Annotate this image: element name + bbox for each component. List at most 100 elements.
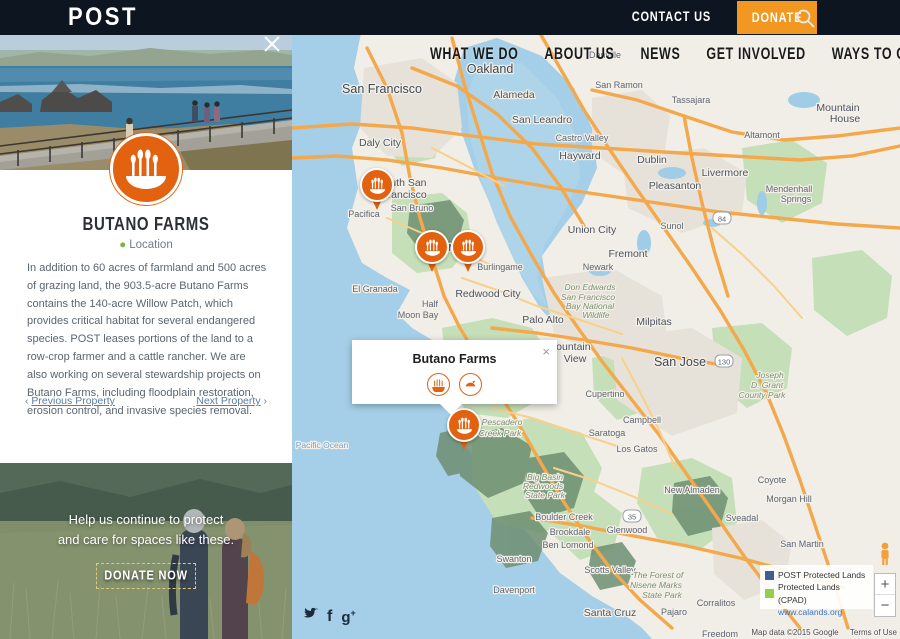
search-icon[interactable] — [795, 8, 815, 28]
route-shield: 130 — [714, 354, 734, 368]
donate-cta-banner: Help us continue to protect and care for… — [0, 463, 292, 639]
map-label: Joseph — [755, 370, 784, 380]
route-shield: 35 — [622, 509, 642, 523]
legend-label-cpad: Protected Lands (CPAD) — [778, 582, 840, 605]
map-label: Nisene Marks — [630, 580, 683, 590]
map-label: Springs — [781, 194, 812, 204]
map-label: Half — [422, 299, 439, 309]
map-label: Dublin — [637, 154, 667, 166]
contact-us-link[interactable]: CONTACT US — [632, 10, 711, 25]
svg-text:84: 84 — [718, 214, 726, 223]
map-label: Morgan Hill — [766, 494, 812, 504]
nav-item-news[interactable]: NEWS — [640, 45, 680, 63]
map-label: Ben Lomond — [542, 540, 593, 550]
next-property-link[interactable]: Next Property › — [196, 395, 267, 407]
attribution-data: Map data ©2015 Google — [751, 628, 839, 637]
map-label: Coyote — [758, 475, 787, 485]
map-label: Creek Park — [479, 428, 522, 438]
close-icon[interactable] — [262, 34, 282, 54]
map-label: Pajaro — [661, 607, 687, 617]
legend-link-calands[interactable]: www.calands.org — [778, 606, 868, 618]
map-label: Moon Bay — [398, 310, 439, 320]
nav-item-ways-to-give[interactable]: WAYS TO GIVE — [832, 45, 900, 63]
map-label: Castro Valley — [556, 133, 609, 143]
zoom-out-button[interactable]: − — [875, 595, 895, 616]
attribution-terms[interactable]: Terms of Use — [850, 628, 897, 637]
map-label: Altamont — [744, 130, 780, 140]
property-panel: BUTANO FARMS ● Location In addition to 60… — [0, 28, 292, 639]
previous-property-link[interactable]: ‹ Previous Property — [25, 395, 115, 407]
social-links: f g+ — [303, 607, 356, 625]
map-label: Union City — [568, 224, 617, 236]
donate-now-label: DONATE NOW — [104, 568, 188, 584]
map-label: Mendenhall — [766, 184, 813, 194]
farm-wheat-icon — [110, 133, 182, 205]
facebook-icon[interactable]: f — [327, 609, 332, 625]
map-label: Brookdale — [550, 527, 591, 537]
cta-line-1: Help us continue to protect — [68, 512, 224, 527]
map-label: Santa Cruz — [584, 607, 637, 619]
map-graphics: San Francisco Oakland Alameda San Leandro Ca… — [292, 28, 900, 639]
svg-text:35: 35 — [628, 512, 636, 521]
map-label: Livermore — [702, 167, 749, 179]
property-location[interactable]: ● Location — [0, 239, 292, 251]
street-view-pegman-icon[interactable] — [876, 541, 894, 567]
map-canvas[interactable]: San Francisco Oakland Alameda San Leandro Ca… — [292, 28, 900, 639]
map-label: Freedom — [702, 629, 738, 639]
donate-now-button[interactable]: DONATE NOW — [96, 563, 196, 589]
chevron-right-icon: › — [263, 395, 268, 407]
farm-wheat-icon[interactable] — [427, 373, 450, 396]
legend-row-post: POST Protected Lands — [765, 569, 868, 581]
main-navigation: WHAT WE DO ABOUT US NEWS GET INVOLVED WA… — [430, 45, 900, 63]
legend-label-post: POST Protected Lands — [778, 570, 866, 580]
map-label: San Martin — [780, 539, 824, 549]
map-label: Campbell — [623, 415, 661, 425]
farm-wheat-icon — [451, 230, 485, 264]
map-label: Davenport — [493, 585, 535, 595]
marker-redwood-city[interactable] — [451, 230, 485, 274]
map-zoom-controls[interactable]: + − — [874, 573, 896, 617]
info-window-title: Butano Farms — [412, 352, 497, 366]
cattle-ranch-icon[interactable] — [459, 373, 482, 396]
previous-property-label[interactable]: Previous Property — [31, 395, 114, 407]
map-label: Corralitos — [697, 598, 736, 608]
nav-item-what-we-do[interactable]: WHAT WE DO — [430, 45, 518, 63]
map-label: Alameda — [493, 89, 535, 101]
site-logo[interactable]: POST — [68, 2, 138, 32]
page-root: San Francisco Oakland Alameda San Leandro Ca… — [0, 0, 900, 639]
marker-half-moon-bay[interactable] — [415, 230, 449, 274]
location-label: Location — [129, 239, 173, 251]
map-label: San Leandro — [512, 114, 572, 126]
cta-text: Help us continue to protect and care for… — [0, 510, 292, 549]
route-shield: 84 — [712, 211, 732, 225]
close-icon[interactable]: × — [542, 345, 550, 358]
next-property-label[interactable]: Next Property — [196, 395, 260, 407]
map-info-window[interactable]: Butano Farms × — [352, 340, 557, 415]
map-label: State Park — [642, 590, 682, 600]
map-label: Saratoga — [589, 428, 626, 438]
googleplus-icon[interactable]: g+ — [341, 609, 355, 626]
map-label: Sveadal — [726, 513, 759, 523]
map-attribution: Map data ©2015 Google Terms of Use — [742, 628, 897, 637]
nav-item-get-involved[interactable]: GET INVOLVED — [706, 45, 805, 63]
map-label: Palo Alto — [522, 314, 564, 326]
zoom-in-button[interactable]: + — [875, 574, 895, 595]
twitter-icon[interactable] — [303, 607, 318, 625]
nav-item-about-us[interactable]: ABOUT US — [544, 45, 614, 63]
cta-background-image — [0, 463, 292, 639]
map-label: Redwood City — [455, 288, 521, 300]
map-pin-icon: ● — [119, 239, 127, 251]
map-label: New Almaden — [664, 485, 720, 495]
page-title: BUTANO FARMS — [82, 214, 210, 235]
cta-line-2: and care for spaces like these. — [57, 531, 235, 547]
map-label: San Ramon — [595, 80, 643, 90]
map-label: Newark — [583, 262, 614, 272]
marker-el-granada[interactable] — [360, 168, 394, 212]
farm-wheat-icon — [415, 230, 449, 264]
map-label: Pacific Ocean — [296, 440, 349, 450]
site-header: POST CONTACT US DONATE — [0, 0, 900, 35]
map-label: Don Edwards — [564, 282, 616, 292]
map-label: Boulder Creek — [535, 512, 593, 522]
map-legend: POST Protected Lands Protected Lands (CP… — [760, 565, 873, 617]
map-label: Glenwood — [607, 525, 648, 535]
